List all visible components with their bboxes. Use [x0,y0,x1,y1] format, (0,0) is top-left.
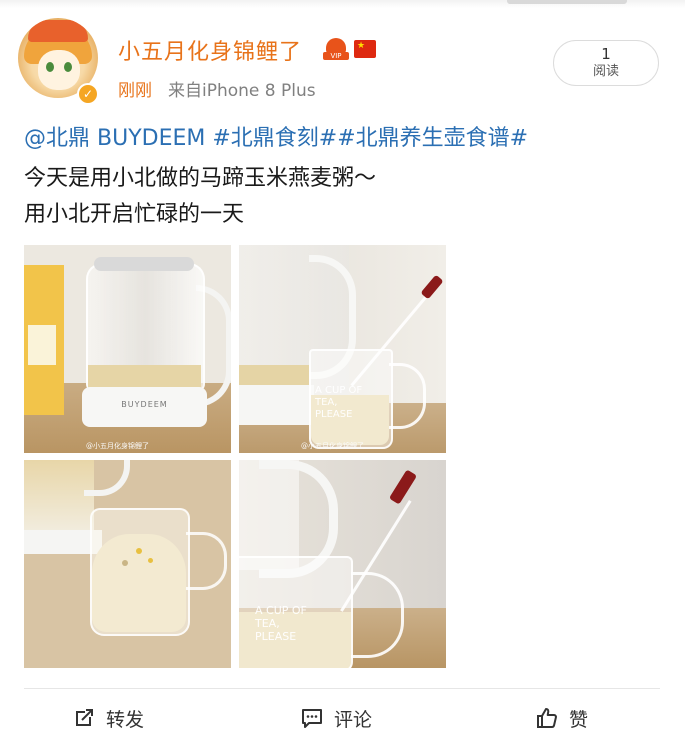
post-text-line-2: 今天是用小北做的马蹄玉米燕麦粥～ [24,166,377,191]
post-text-line-1: @北鼎 BUYDEEM #北鼎食刻##北鼎养生壶食谱# [24,124,528,154]
corn-kernel [136,548,142,554]
comment-button[interactable]: 评论 [300,700,372,736]
like-button[interactable]: 赞 [535,700,588,736]
kettle-lid [94,257,194,271]
mention-link[interactable]: @北鼎 BUYDEEM [24,126,205,151]
share-icon [76,709,93,726]
corn-kernel [148,558,153,563]
hashtag-link[interactable]: #北鼎养生壶食谱# [337,126,528,151]
repost-button[interactable]: 转发 [72,700,144,736]
china-flag-icon: ★ [354,40,376,58]
photo-watermark: @小五月化身锦鲤了 [86,442,149,450]
read-count: 1 [601,45,611,63]
username[interactable]: 小五月化身锦鲤了 [118,34,302,66]
avatar-face [38,50,80,90]
read-label: 阅读 [592,64,619,79]
photo-watermark: @小五月化身锦鲤了 [301,442,364,450]
oat-speck [122,560,128,566]
comment-label: 评论 [334,708,373,731]
post-photo-1[interactable]: BUYDEEM @小五月化身锦鲤了 [24,245,231,453]
vip-heart-icon[interactable]: VIP [323,38,349,60]
avatar-hat [28,20,88,42]
glass-cup [90,508,190,636]
hashtag-link[interactable]: #北鼎食刻# [205,126,337,151]
status-chip [507,0,627,4]
kettle-porridge [239,365,309,387]
kettle-brand-text: BUYDEEM [121,400,168,409]
cup-print-text: A CUP OF TEA, PLEASE [255,604,307,643]
like-label: 赞 [569,708,589,731]
action-bar-divider [24,688,660,689]
cup-handle [186,532,227,590]
flag-star: ★ [357,41,366,51]
kettle-base [239,385,314,425]
post-text-line-3: 用小北开启忙碌的一天 [24,202,245,227]
top-strip [0,0,685,8]
post-source: 来自iPhone 8 Plus [168,81,316,101]
comment-icon [302,709,322,728]
repost-label: 转发 [106,708,145,731]
post-time: 刚刚 [118,81,152,101]
kettle-handle [84,460,130,496]
product-box-label [28,325,56,365]
thumbs-up-icon [537,708,557,728]
post-photo-3[interactable] [24,460,231,668]
post-photo-4[interactable]: A CUP OF TEA, PLEASE [239,460,446,668]
kettle-porridge [88,365,201,389]
avatar-eye-left [46,62,54,72]
post-photo-2[interactable]: A CUP OF TEA, PLEASE @小五月化身锦鲤了 [239,245,446,453]
read-count-badge: 1 阅读 [553,40,659,86]
avatar-eye-right [64,62,72,72]
cup-print-text: A CUP OF TEA, PLEASE [315,385,363,420]
vip-label: VIP [323,52,349,60]
verified-badge-icon: ✓ [77,83,99,105]
